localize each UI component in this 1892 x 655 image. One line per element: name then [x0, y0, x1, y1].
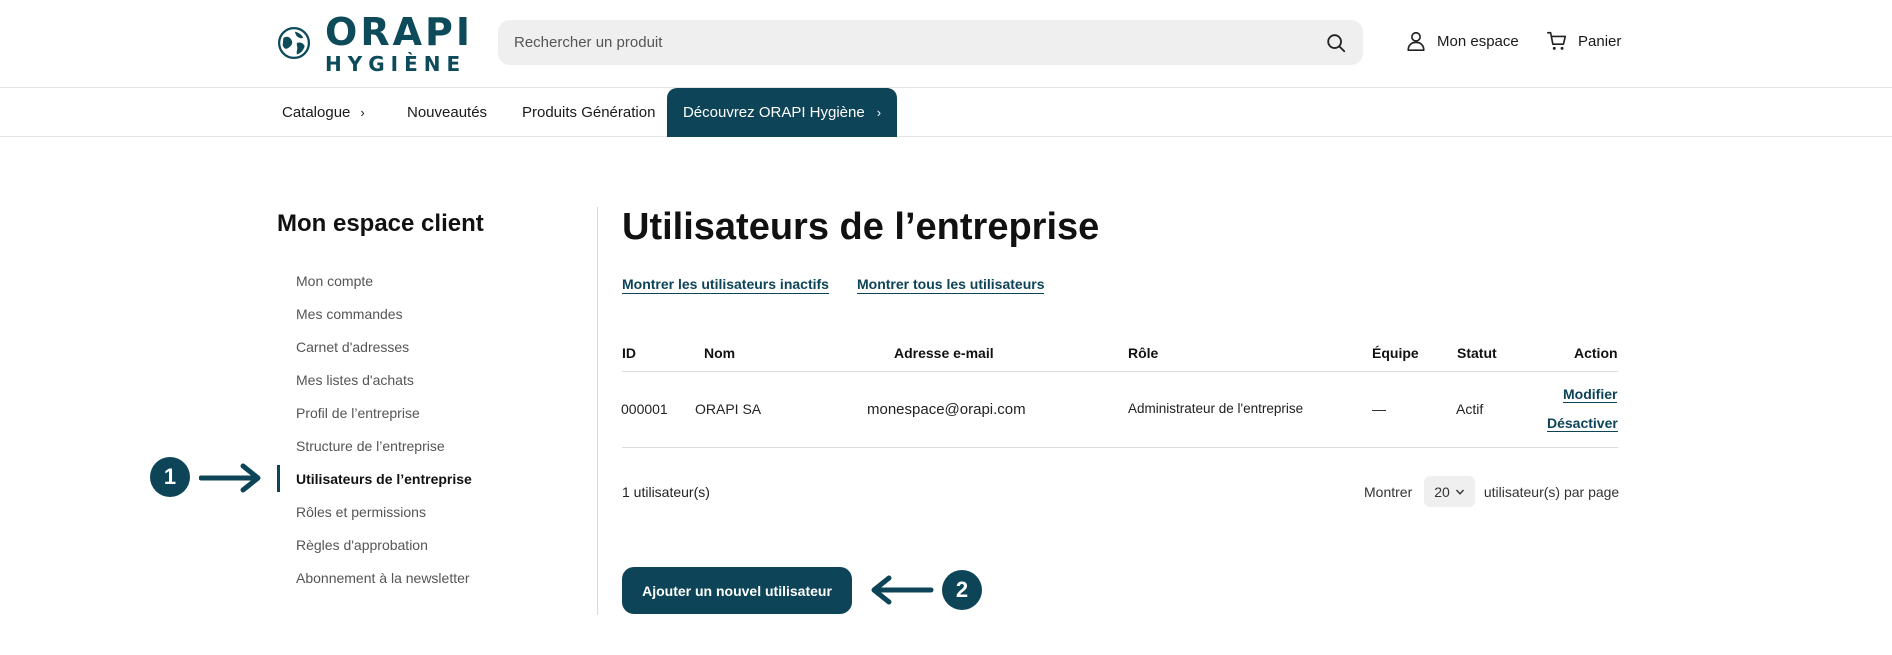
- page-size-select[interactable]: 20: [1424, 476, 1475, 507]
- arrow-left-icon: [871, 575, 934, 605]
- sidebar-item-company-structure[interactable]: Structure de l’entreprise: [277, 429, 472, 462]
- nav-discover-label: Découvrez ORAPI Hygiène: [682, 104, 865, 121]
- sidebar-item-shopping-lists[interactable]: Mes listes d'achats: [277, 363, 472, 396]
- nav-catalogue-label: Catalogue: [282, 104, 351, 121]
- arrow-right-icon: [199, 463, 261, 493]
- page-size-control: Montrer 20 utilisateur(s) par page: [1364, 476, 1619, 507]
- sidebar-item-approval-rules[interactable]: Règles d'approbation: [277, 528, 472, 561]
- page-size-prefix: Montrer: [1364, 483, 1413, 500]
- sidebar-item-addresses[interactable]: Carnet d'adresses: [277, 330, 472, 363]
- user-count: 1 utilisateur(s): [622, 484, 710, 500]
- add-user-button[interactable]: Ajouter un nouvel utilisateur: [622, 567, 852, 614]
- sidebar-menu: Mon compte Mes commandes Carnet d'adress…: [277, 264, 472, 594]
- cell-id: 000001: [621, 401, 668, 417]
- search-icon[interactable]: [1325, 32, 1347, 54]
- account-link[interactable]: Mon espace: [1405, 30, 1519, 52]
- show-inactive-users-link[interactable]: Montrer les utilisateurs inactifs: [622, 276, 829, 294]
- column-header-id: ID: [622, 345, 636, 361]
- chevron-down-icon: [1455, 489, 1464, 495]
- globe-logo-icon: [277, 26, 311, 60]
- sidebar-item-newsletter[interactable]: Abonnement à la newsletter: [277, 561, 472, 594]
- cell-email: monespace@orapi.com: [867, 401, 1026, 418]
- cart-link[interactable]: Panier: [1546, 30, 1621, 52]
- column-header-role: Rôle: [1128, 345, 1159, 361]
- sidebar-item-account[interactable]: Mon compte: [277, 264, 472, 297]
- nav-generation[interactable]: Produits Génération: [522, 88, 655, 137]
- search-input[interactable]: [514, 34, 1325, 51]
- disable-user-link[interactable]: Désactiver: [1547, 415, 1618, 432]
- column-header-status: Statut: [1457, 345, 1497, 361]
- sidebar-title: Mon espace client: [277, 210, 484, 237]
- cell-status: Actif: [1456, 401, 1484, 417]
- nav-catalogue[interactable]: Catalogue ›: [282, 88, 365, 137]
- brand-subname: HYGIÈNE: [325, 51, 467, 76]
- edit-user-link[interactable]: Modifier: [1563, 386, 1618, 403]
- column-header-team: Équipe: [1372, 345, 1419, 361]
- brand-name: ORAPI: [325, 9, 473, 54]
- user-icon: [1407, 31, 1425, 51]
- chevron-right-icon: ›: [876, 105, 882, 120]
- page-size-value: 20: [1434, 483, 1450, 500]
- callout-badge-2: 2: [942, 570, 982, 610]
- show-all-users-link[interactable]: Montrer tous les utilisateurs: [857, 276, 1045, 294]
- nav-new[interactable]: Nouveautés: [407, 88, 487, 137]
- account-label: Mon espace: [1437, 32, 1519, 50]
- callout-badge-1: 1: [150, 457, 190, 497]
- main-nav: Catalogue › Nouveautés Produits Générati…: [0, 88, 1892, 137]
- cell-team: —: [1372, 401, 1386, 417]
- cell-role: Administrateur de l'entreprise: [1128, 401, 1304, 416]
- column-header-email: Adresse e-mail: [894, 345, 994, 361]
- cell-name: ORAPI SA: [695, 401, 762, 417]
- sidebar-item-orders[interactable]: Mes commandes: [277, 297, 472, 330]
- page-size-suffix: utilisateur(s) par page: [1483, 483, 1620, 500]
- site-header: ORAPI HYGIÈNE Mon espace Panier: [0, 0, 1892, 88]
- cart-icon: [1547, 31, 1567, 50]
- column-header-name: Nom: [704, 345, 736, 361]
- sidebar-divider: [597, 207, 598, 615]
- chevron-right-icon: ›: [360, 105, 365, 120]
- sidebar-item-roles[interactable]: Rôles et permissions: [277, 495, 472, 528]
- search-bar: [498, 20, 1363, 65]
- sidebar-item-company-profile[interactable]: Profil de l’entreprise: [277, 396, 472, 429]
- orapi-logo[interactable]: ORAPI HYGIÈNE: [277, 9, 473, 76]
- table-row-divider: [622, 447, 1618, 448]
- sidebar-item-company-users[interactable]: Utilisateurs de l’entreprise: [277, 462, 472, 495]
- cart-label: Panier: [1578, 32, 1622, 50]
- nav-discover[interactable]: Découvrez ORAPI Hygiène ›: [667, 88, 897, 137]
- table-header-divider: [622, 371, 1618, 372]
- page-title: Utilisateurs de l’entreprise: [622, 206, 1100, 248]
- column-header-action: Action: [1574, 345, 1618, 361]
